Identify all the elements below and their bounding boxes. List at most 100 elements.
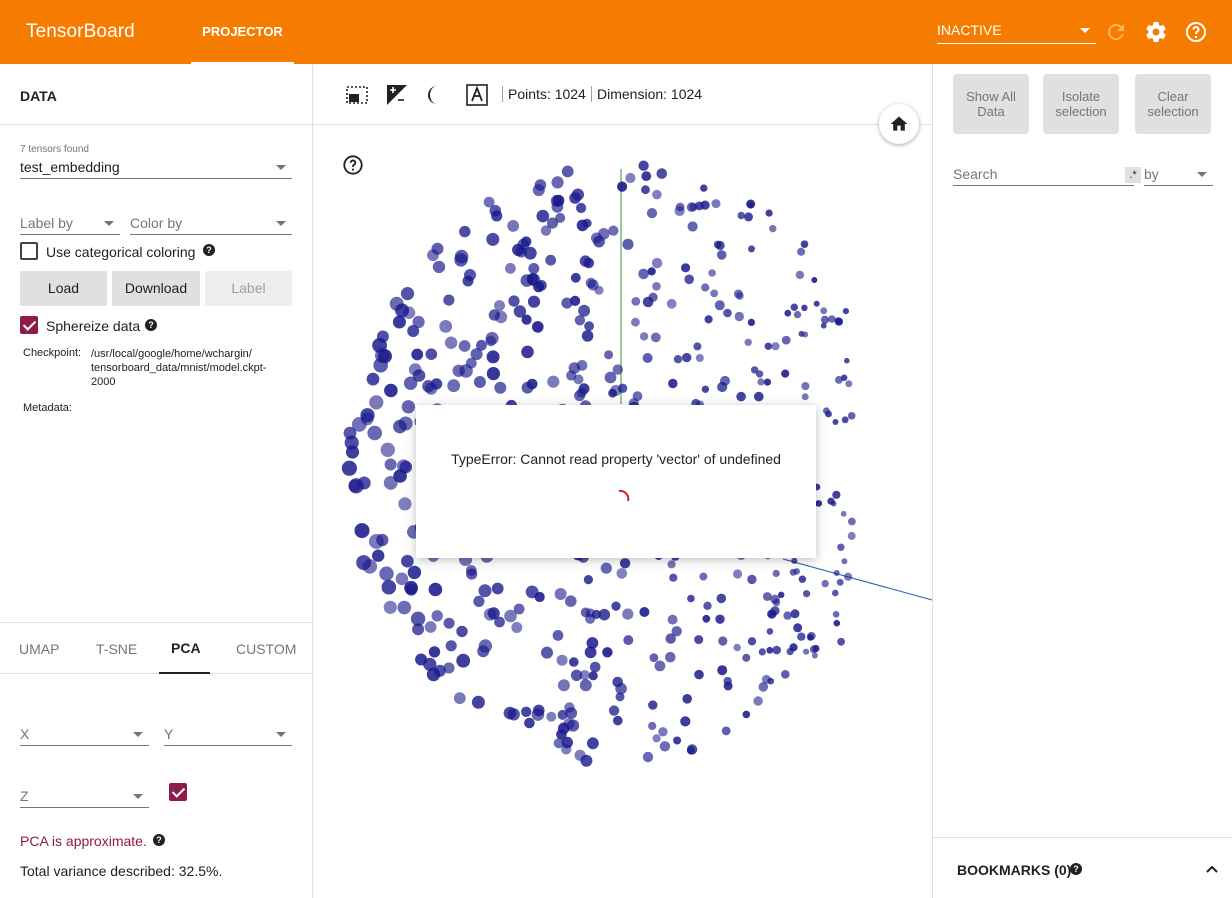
data-point[interactable] bbox=[786, 648, 794, 656]
data-point[interactable] bbox=[619, 558, 631, 569]
data-point[interactable] bbox=[584, 646, 597, 659]
data-point[interactable] bbox=[631, 317, 640, 327]
data-point[interactable] bbox=[821, 579, 829, 588]
data-point[interactable] bbox=[646, 208, 658, 219]
data-point[interactable] bbox=[360, 408, 375, 423]
data-point[interactable] bbox=[658, 727, 668, 737]
isolate-selection-button[interactable]: Isolate selection bbox=[1043, 74, 1119, 134]
data-point[interactable] bbox=[717, 381, 728, 393]
data-point[interactable] bbox=[494, 381, 507, 394]
data-point[interactable] bbox=[486, 350, 500, 364]
data-point[interactable] bbox=[781, 369, 790, 378]
data-point[interactable] bbox=[459, 225, 471, 238]
data-point[interactable] bbox=[507, 708, 520, 721]
data-point[interactable] bbox=[486, 367, 500, 381]
data-point[interactable] bbox=[833, 570, 840, 576]
data-point[interactable] bbox=[511, 622, 523, 633]
data-point[interactable] bbox=[430, 378, 443, 390]
data-point[interactable] bbox=[395, 572, 409, 586]
data-point[interactable] bbox=[576, 219, 589, 232]
label-icon[interactable] bbox=[466, 84, 488, 106]
data-point[interactable] bbox=[552, 630, 564, 641]
data-point[interactable] bbox=[682, 694, 692, 704]
data-point[interactable] bbox=[770, 594, 780, 604]
data-point[interactable] bbox=[659, 741, 671, 752]
data-point[interactable] bbox=[453, 692, 466, 705]
data-point[interactable] bbox=[546, 217, 559, 229]
data-point[interactable] bbox=[755, 370, 764, 378]
data-point[interactable] bbox=[793, 310, 802, 319]
data-point[interactable] bbox=[594, 285, 604, 295]
data-point[interactable] bbox=[366, 372, 380, 386]
data-point[interactable] bbox=[426, 667, 441, 682]
data-point[interactable] bbox=[546, 711, 557, 722]
data-point[interactable] bbox=[747, 637, 757, 646]
data-point[interactable] bbox=[654, 660, 666, 672]
data-point[interactable] bbox=[686, 202, 697, 213]
data-point[interactable] bbox=[667, 614, 678, 625]
data-point[interactable] bbox=[341, 460, 357, 476]
data-point[interactable] bbox=[668, 378, 678, 389]
data-point[interactable] bbox=[723, 308, 732, 318]
data-point[interactable] bbox=[399, 460, 413, 474]
data-point[interactable] bbox=[841, 374, 848, 381]
data-point[interactable] bbox=[742, 710, 751, 719]
data-point[interactable] bbox=[536, 209, 550, 223]
data-point[interactable] bbox=[642, 353, 653, 363]
data-point[interactable] bbox=[545, 254, 557, 266]
selection-icon[interactable] bbox=[346, 84, 368, 106]
data-point[interactable] bbox=[473, 376, 486, 388]
data-point[interactable] bbox=[527, 295, 541, 308]
data-point[interactable] bbox=[680, 716, 691, 727]
label-by-select[interactable]: Label by bbox=[20, 213, 120, 235]
help-icon[interactable]: ? bbox=[1070, 863, 1082, 875]
data-point[interactable] bbox=[389, 296, 404, 311]
data-point[interactable] bbox=[526, 378, 538, 390]
data-point[interactable] bbox=[753, 696, 763, 706]
data-point[interactable] bbox=[765, 209, 773, 217]
reset-view-button[interactable] bbox=[879, 104, 919, 144]
data-point[interactable] bbox=[412, 315, 425, 329]
data-point[interactable] bbox=[837, 543, 845, 551]
data-point[interactable] bbox=[832, 589, 839, 597]
data-point[interactable] bbox=[754, 391, 764, 402]
data-point[interactable] bbox=[384, 383, 398, 398]
data-point[interactable] bbox=[376, 533, 389, 547]
data-point[interactable] bbox=[714, 300, 725, 311]
data-point[interactable] bbox=[400, 287, 415, 301]
data-point[interactable] bbox=[733, 643, 741, 652]
data-point[interactable] bbox=[615, 692, 625, 702]
data-point[interactable] bbox=[534, 179, 547, 191]
tab-umap[interactable]: UMAP bbox=[19, 641, 59, 657]
data-point[interactable] bbox=[789, 568, 797, 576]
data-point[interactable] bbox=[744, 212, 753, 222]
data-point[interactable] bbox=[547, 375, 560, 388]
data-point[interactable] bbox=[372, 549, 385, 562]
data-point[interactable] bbox=[694, 635, 704, 645]
data-point[interactable] bbox=[556, 654, 568, 666]
data-point[interactable] bbox=[766, 646, 774, 654]
data-point[interactable] bbox=[578, 304, 591, 317]
data-point[interactable] bbox=[833, 619, 841, 627]
data-point[interactable] bbox=[631, 297, 641, 306]
data-point[interactable] bbox=[841, 558, 848, 565]
data-point[interactable] bbox=[772, 569, 780, 577]
data-point[interactable] bbox=[462, 275, 474, 287]
data-point[interactable] bbox=[801, 382, 810, 391]
data-point[interactable] bbox=[491, 582, 504, 595]
data-point[interactable] bbox=[565, 707, 578, 719]
download-button[interactable]: Download bbox=[112, 271, 200, 306]
data-point[interactable] bbox=[673, 736, 682, 745]
chevron-up-icon[interactable] bbox=[1205, 864, 1219, 874]
data-point[interactable] bbox=[708, 269, 716, 277]
data-point[interactable] bbox=[790, 609, 800, 619]
data-point[interactable] bbox=[673, 355, 683, 364]
data-point[interactable] bbox=[428, 582, 443, 597]
data-point[interactable] bbox=[584, 321, 594, 332]
data-point[interactable] bbox=[642, 296, 654, 308]
data-point[interactable] bbox=[716, 250, 727, 260]
data-point[interactable] bbox=[844, 357, 850, 364]
load-button[interactable]: Load bbox=[20, 271, 107, 306]
data-point[interactable] bbox=[411, 348, 424, 361]
data-point[interactable] bbox=[508, 295, 520, 307]
